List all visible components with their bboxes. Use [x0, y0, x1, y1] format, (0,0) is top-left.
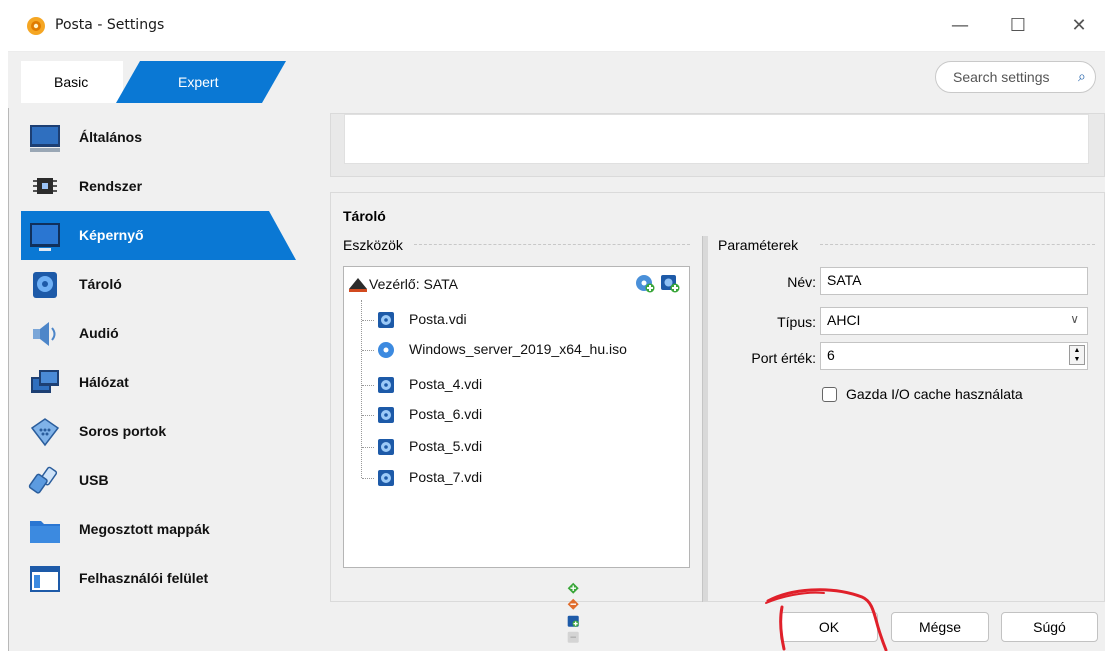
controller-icon	[349, 278, 367, 292]
minimize-button[interactable]: —	[948, 14, 972, 38]
chip-icon	[33, 178, 57, 194]
sidebar-item-label: Soros portok	[79, 423, 167, 439]
sidebar-item-label: Képernyő	[79, 227, 144, 243]
sidebar-item-label: USB	[79, 472, 109, 488]
tree-item-attachment[interactable]: Posta.vdi	[409, 311, 467, 327]
remove-attachment-icon	[567, 631, 579, 643]
sidebar-item-label: Megosztott mappák	[79, 521, 210, 537]
add-controller-icon[interactable]	[567, 582, 579, 594]
tree-item-attachment[interactable]: Posta_6.vdi	[409, 406, 482, 422]
pane-splitter[interactable]	[702, 236, 708, 602]
hard-disk-icon	[378, 377, 394, 393]
tree-item-attachment[interactable]: Windows_server_2019_x64_hu.iso	[409, 341, 627, 357]
usb-icon	[28, 466, 58, 494]
tab-expert[interactable]: Expert	[116, 61, 286, 103]
tree-item-attachment[interactable]: Posta_4.vdi	[409, 376, 482, 392]
serial-port-icon	[30, 418, 60, 447]
tree-branch	[362, 447, 374, 448]
storage-title: Tároló	[343, 208, 386, 224]
tree-branch	[362, 415, 374, 416]
display-settings-area	[344, 114, 1089, 164]
sidebar-item-user-interface[interactable]: Felhasználói felület	[21, 554, 321, 603]
add-hard-disk-icon[interactable]	[659, 273, 681, 293]
sidebar-item-label: Rendszer	[79, 178, 143, 194]
devices-legend: Eszközök	[343, 237, 407, 253]
tab-basic[interactable]: Basic	[21, 61, 123, 103]
name-label: Név:	[787, 274, 816, 290]
disk-icon	[33, 272, 57, 298]
help-button[interactable]: Súgó	[1001, 612, 1098, 642]
controller-type-value: AHCI	[827, 312, 861, 328]
title-bar: Posta - Settings — ☐ ✕	[8, 0, 1105, 52]
port-count-spinbox[interactable]: 6 ▲ ▼	[820, 342, 1088, 370]
hard-disk-icon	[378, 470, 394, 486]
add-attachment-icon[interactable]	[567, 615, 579, 627]
tree-branch	[362, 350, 374, 351]
speaker-icon	[33, 322, 56, 346]
window-ui-icon	[30, 566, 60, 592]
hard-disk-icon	[378, 407, 394, 423]
add-optical-drive-icon[interactable]	[634, 273, 656, 293]
type-label: Típus:	[777, 314, 816, 330]
sidebar-item-general[interactable]: Általános	[21, 113, 321, 162]
sidebar-item-system[interactable]: Rendszer	[21, 162, 321, 211]
close-button[interactable]: ✕	[1067, 14, 1091, 38]
storage-device-tree[interactable]	[343, 266, 690, 568]
sidebar-item-label: Általános	[79, 129, 143, 145]
folder-icon	[30, 521, 60, 543]
search-icon[interactable]: ⌕	[1078, 68, 1086, 85]
chevron-down-icon: ∨	[1070, 312, 1079, 326]
hard-disk-icon	[378, 439, 394, 455]
storage-toolbar	[567, 582, 579, 643]
sidebar-item-label: Hálózat	[79, 374, 129, 390]
sidebar-item-network[interactable]: Hálózat	[21, 358, 321, 407]
maximize-button[interactable]: ☐	[1006, 14, 1030, 38]
sidebar-item-shared-folders[interactable]: Megosztott mappák	[21, 505, 321, 554]
tree-connector	[361, 300, 362, 478]
optical-disc-icon	[378, 342, 394, 358]
sidebar-item-serial-ports[interactable]: Soros portok	[21, 407, 321, 456]
tree-item-attachment[interactable]: Posta_7.vdi	[409, 469, 482, 485]
sidebar-item-usb[interactable]: USB	[21, 456, 321, 505]
tree-branch	[362, 385, 374, 386]
port-count-label: Port érték:	[751, 350, 816, 366]
virtualbox-app-icon	[27, 17, 45, 35]
port-count-value: 6	[827, 347, 835, 363]
parameters-legend: Paraméterek	[718, 237, 803, 253]
controller-type-select[interactable]: AHCI ∨	[820, 307, 1088, 335]
sidebar-item-display[interactable]: Képernyő	[21, 211, 296, 260]
parameters-separator	[820, 244, 1095, 245]
tree-branch	[362, 320, 374, 321]
settings-sidebar: Általános Rendszer Képernyő Tároló Audió	[21, 113, 321, 603]
host-io-cache-label[interactable]: Gazda I/O cache használata	[846, 386, 1023, 402]
sidebar-item-storage[interactable]: Tároló	[21, 260, 321, 309]
monitor-general-icon	[30, 125, 60, 152]
search-placeholder: Search settings	[953, 69, 1050, 85]
remove-controller-icon[interactable]	[567, 598, 579, 611]
controller-name-field[interactable]: SATA	[820, 267, 1088, 295]
sidebar-item-label: Audió	[79, 325, 119, 341]
sidebar-item-audio[interactable]: Audió	[21, 309, 321, 358]
display-icon	[30, 223, 60, 251]
window-title: Posta - Settings	[55, 17, 165, 33]
tree-controller-sata[interactable]: Vezérlő: SATA	[369, 276, 458, 292]
red-annotation-mark	[765, 588, 888, 651]
sidebar-item-label: Felhasználói felület	[79, 570, 209, 586]
hard-disk-icon	[378, 312, 394, 328]
network-icon	[31, 370, 59, 393]
tree-branch	[362, 478, 374, 479]
tree-item-attachment[interactable]: Posta_5.vdi	[409, 438, 482, 454]
sidebar-item-label: Tároló	[79, 276, 122, 292]
cancel-button[interactable]: Mégse	[891, 612, 989, 642]
spin-arrows-icon[interactable]: ▲ ▼	[1069, 345, 1085, 365]
devices-separator	[414, 244, 690, 245]
search-input[interactable]: Search settings ⌕	[935, 61, 1096, 93]
host-io-cache-checkbox[interactable]	[822, 387, 837, 402]
display-settings-panel	[330, 113, 1105, 177]
